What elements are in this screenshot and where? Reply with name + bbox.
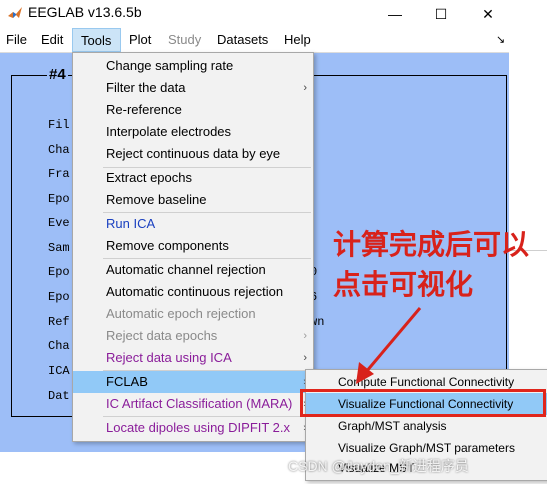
submenu-item-label: Compute Functional Connectivity (338, 375, 515, 389)
menu-item-label: Filter the data (106, 80, 186, 95)
menu-item-label: Interpolate electrodes (106, 124, 232, 139)
dataset-title: #4 (47, 66, 68, 83)
highlight-box (300, 389, 546, 417)
menu-item-label: Re-reference (106, 102, 182, 117)
menu-item-reject-continuous-by-eye[interactable]: Reject continuous data by eye (73, 143, 313, 165)
menubar-corner-icon: ↘ (496, 34, 506, 46)
menu-item-remove-baseline[interactable]: Remove baseline (73, 189, 313, 211)
menu-plot[interactable]: Plot (129, 28, 151, 52)
menu-item-reject-data-using-ica[interactable]: Reject data using ICA › (73, 347, 313, 369)
menu-help[interactable]: Help (284, 28, 311, 52)
menu-item-fclab[interactable]: FCLAB› (73, 371, 313, 393)
info-label-ica: ICA (48, 364, 70, 378)
info-label-reference: Ref (48, 315, 70, 329)
info-label-sampling: Sam (48, 241, 70, 255)
maximize-button[interactable]: ☐ (418, 0, 464, 28)
menu-datasets[interactable]: Datasets (217, 28, 268, 52)
tools-menu: Change sampling rate Filter the data › Re… (72, 52, 314, 442)
info-label-dataset-size: Dat (48, 389, 70, 403)
menu-item-filter-the-data[interactable]: Filter the data › (73, 77, 313, 99)
menu-item-label: Remove components (106, 238, 229, 253)
menu-item-label: Locate dipoles using DIPFIT 2.x (106, 420, 291, 435)
title-bar: EEGLAB v13.6.5b — ☐ ✕ (0, 0, 547, 28)
menu-item-extract-epochs[interactable]: Extract epochs (73, 167, 313, 189)
menu-item-label: Change sampling rate (106, 58, 234, 73)
info-label-events: Eve (48, 216, 70, 230)
submenu-item-graph-mst-analysis[interactable]: Graph/MST analysis (306, 415, 547, 437)
submenu-item-label: Visualize Graph/MST parameters (338, 441, 515, 455)
menu-item-label: Run ICA (106, 216, 156, 231)
info-label-frames: Fra (48, 167, 70, 181)
menu-item-label: Reject continuous data by eye (106, 146, 281, 161)
menu-item-automatic-channel-rejection[interactable]: Automatic channel rejection (73, 259, 313, 281)
menu-item-label: Reject data epochs (106, 328, 218, 343)
matlab-icon (8, 7, 22, 18)
watermark: CSDN @Jayden_新进程序员 (288, 458, 469, 474)
chevron-right-icon: › (303, 330, 307, 342)
menu-file[interactable]: File (6, 28, 27, 52)
menu-study[interactable]: Study (168, 28, 201, 52)
submenu-item-label: Graph/MST analysis (338, 419, 447, 433)
menu-item-label: Remove baseline (106, 192, 207, 207)
info-label-channel-locations: Cha (48, 339, 70, 353)
annotation-text: 计算完成后可以点击可视化 (333, 229, 530, 300)
info-label-filename: Fil (48, 118, 70, 132)
menu-item-re-reference[interactable]: Re-reference (73, 99, 313, 121)
menu-item-label: FCLAB (106, 374, 148, 389)
menu-tools[interactable]: Tools (72, 28, 121, 52)
menu-item-label: Automatic epoch rejection (106, 306, 256, 321)
menu-item-label: IC Artifact Classification (MARA) (106, 396, 293, 411)
menu-item-label: Automatic channel rejection (106, 262, 266, 277)
info-label-epochs: Epo (48, 192, 70, 206)
menu-item-locate-dipoles[interactable]: Locate dipoles using DIPFIT 2.x› (73, 417, 313, 439)
menu-item-interpolate-electrodes[interactable]: Interpolate electrodes (73, 121, 313, 143)
menu-item-change-sampling-rate[interactable]: Change sampling rate (73, 55, 313, 77)
minimize-button[interactable]: — (372, 0, 418, 28)
chevron-right-icon: › (303, 82, 307, 94)
menu-item-run-ica[interactable]: Run ICA (73, 213, 313, 235)
menu-item-label: Extract epochs (106, 170, 192, 185)
menu-item-ic-artifact-classification[interactable]: IC Artifact Classification (MARA)› (73, 393, 313, 415)
menu-item-remove-components[interactable]: Remove components (73, 235, 313, 257)
chevron-right-icon: › (303, 352, 307, 364)
menu-item-reject-data-epochs: Reject data epochs › (73, 325, 313, 347)
window-title: EEGLAB v13.6.5b (28, 4, 142, 20)
info-label-channels: Cha (48, 143, 70, 157)
menu-item-label: Automatic continuous rejection (106, 284, 284, 299)
info-label-epoch-start: Epo (48, 265, 70, 279)
info-label-epoch-end: Epo (48, 290, 70, 304)
close-button[interactable]: ✕ (465, 0, 511, 28)
menu-item-label: Reject data using ICA (106, 350, 232, 365)
menu-item-automatic-continuous-rejection[interactable]: Automatic continuous rejection (73, 281, 313, 303)
menu-edit[interactable]: Edit (41, 28, 63, 52)
menu-bar: File Edit Tools Plot Study Datasets Help (0, 28, 509, 53)
menu-item-automatic-epoch-rejection: Automatic epoch rejection (73, 303, 313, 325)
